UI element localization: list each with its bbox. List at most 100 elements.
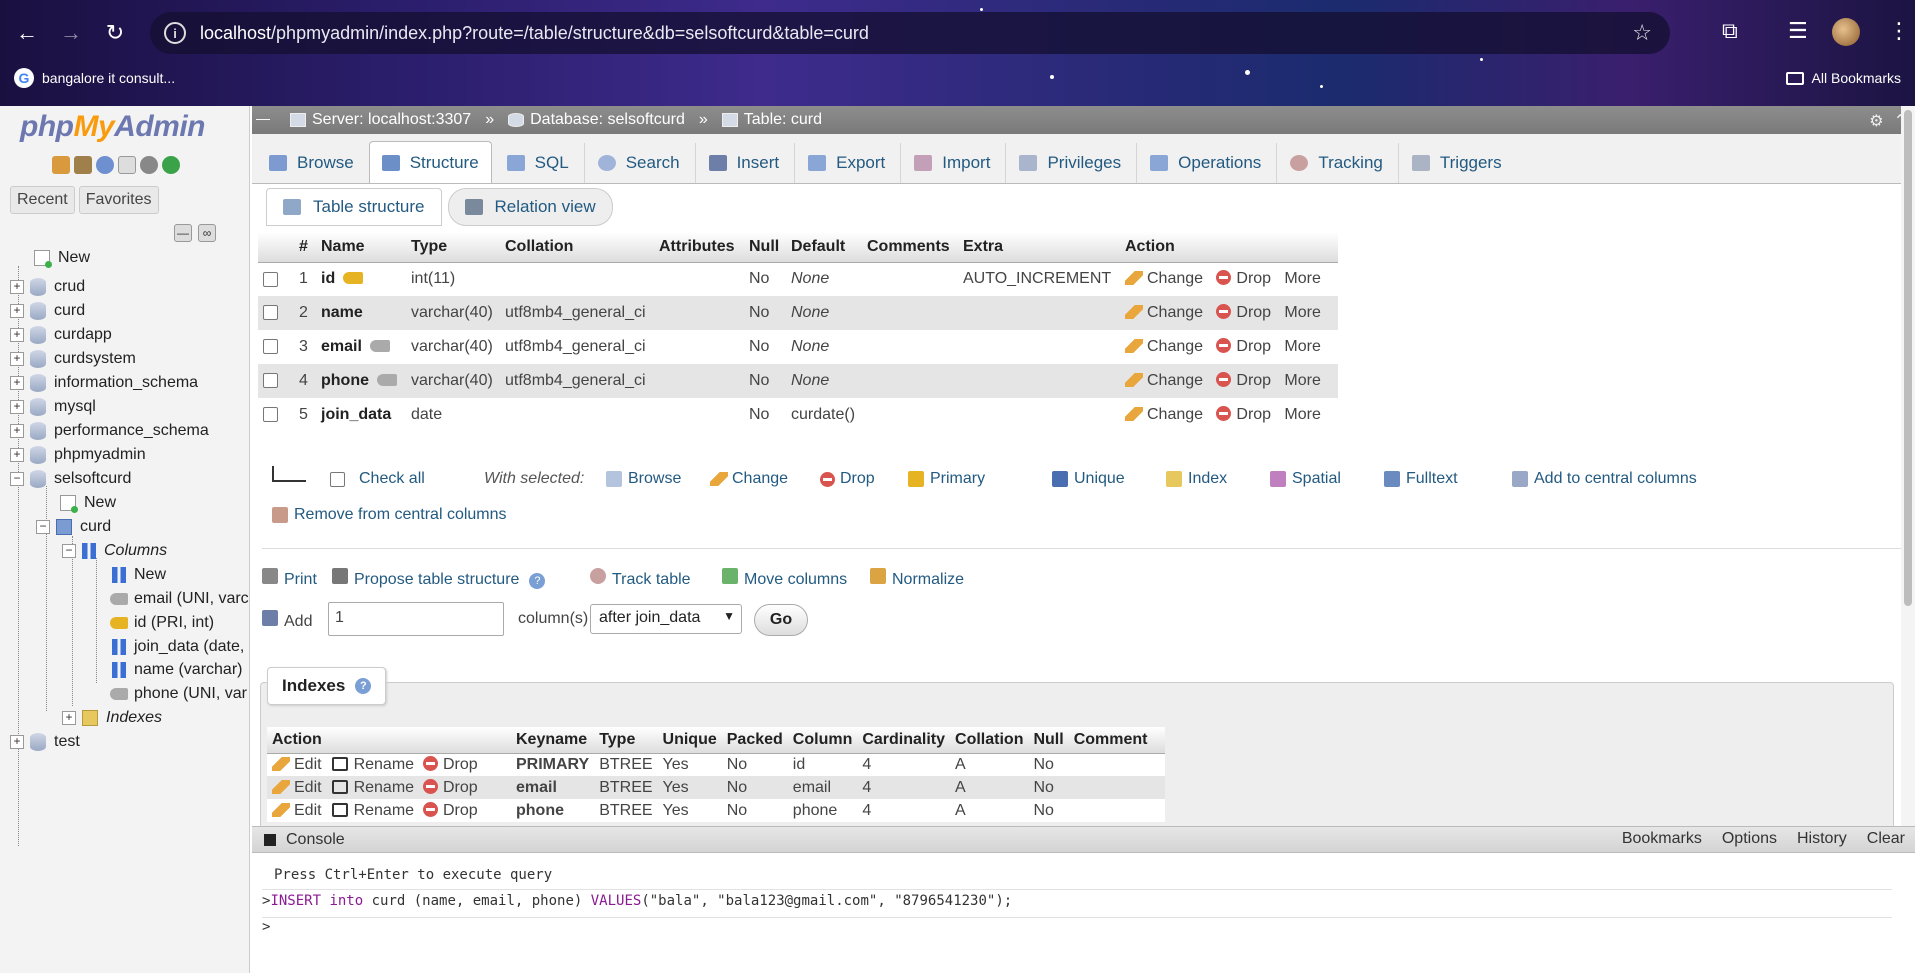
header-default[interactable]: Default <box>786 232 862 263</box>
change-button[interactable]: Change <box>1125 406 1203 423</box>
collapse-icon[interactable]: − <box>10 472 24 486</box>
console-input[interactable]: > <box>262 919 270 935</box>
tab-insert[interactable]: Insert <box>695 141 793 183</box>
console-query-line[interactable]: >INSERT into curd (name, email, phone) V… <box>262 893 1012 909</box>
row-checkbox[interactable] <box>263 407 278 423</box>
rename-index-button[interactable]: Rename <box>322 779 414 796</box>
expand-icon[interactable]: + <box>10 424 24 438</box>
tree-col-phone[interactable]: phone (UNI, var <box>110 682 247 706</box>
tree-db-mysql[interactable]: + mysql <box>10 395 96 419</box>
tree-col-email[interactable]: email (UNI, varc <box>110 587 249 611</box>
header-extra[interactable]: Extra <box>958 232 1120 263</box>
help-icon[interactable]: ? <box>529 573 546 589</box>
header-collation[interactable]: Collation <box>500 232 654 263</box>
tree-col-name[interactable]: name (varchar) <box>112 658 242 682</box>
media-queue-icon[interactable]: ☰ <box>1788 18 1808 44</box>
rename-index-button[interactable]: Rename <box>322 802 414 819</box>
url-text[interactable]: localhost/phpmyadmin/index.php?route=/ta… <box>200 23 869 44</box>
address-bar[interactable]: i localhost/phpmyadmin/index.php?route=/… <box>150 12 1670 54</box>
row-checkbox[interactable] <box>263 305 278 321</box>
browser-menu-icon[interactable]: ⋮ <box>1888 18 1910 44</box>
tab-search[interactable]: Search <box>584 141 693 183</box>
expand-icon[interactable]: + <box>10 400 24 414</box>
tab-sql[interactable]: SQL <box>493 141 582 183</box>
normalize-link[interactable]: Normalize <box>870 568 964 589</box>
row-checkbox[interactable] <box>263 373 278 389</box>
relation-view-tab[interactable]: Relation view <box>447 188 613 226</box>
bulk-primary-button[interactable]: Primary <box>908 470 985 488</box>
tree-new-db[interactable]: New <box>14 246 90 270</box>
tree-col-id[interactable]: id (PRI, int) <box>110 611 214 635</box>
go-button[interactable]: Go <box>754 604 808 636</box>
console-bar[interactable]: Console Bookmarks Options History Clear <box>252 827 1915 853</box>
tab-triggers[interactable]: Triggers <box>1398 141 1515 183</box>
bookmark-item[interactable]: bangalore it consult... <box>42 70 175 86</box>
tab-browse[interactable]: Browse <box>256 141 367 183</box>
forward-icon[interactable]: → <box>54 16 88 50</box>
back-icon[interactable]: ← <box>10 16 44 50</box>
edit-index-button[interactable]: Edit <box>272 779 322 796</box>
tree-indexes[interactable]: + Indexes <box>62 706 162 730</box>
favorites-tab[interactable]: Favorites <box>78 186 159 214</box>
drop-index-button[interactable]: Drop <box>422 755 478 773</box>
bulk-change-button[interactable]: Change <box>710 470 788 488</box>
bulk-unique-button[interactable]: Unique <box>1052 470 1125 488</box>
tree-db-information-schema[interactable]: + information_schema <box>10 371 198 395</box>
indexes-title[interactable]: Indexes? <box>267 667 387 705</box>
header-type[interactable]: Type <box>406 232 500 263</box>
tree-db-crud[interactable]: + crud <box>10 275 85 299</box>
track-table-link[interactable]: Track table <box>590 568 691 589</box>
drop-index-button[interactable]: Drop <box>422 801 478 819</box>
print-link[interactable]: Print <box>262 568 317 589</box>
phpmyadmin-logo[interactable]: phpMyAdmin <box>20 110 205 144</box>
profile-avatar[interactable] <box>1832 18 1860 46</box>
tree-table-curd[interactable]: − curd <box>36 515 111 539</box>
tree-db-curdsystem[interactable]: + curdsystem <box>10 347 136 371</box>
drop-button[interactable]: Drop <box>1216 372 1271 389</box>
more-button[interactable]: More <box>1284 338 1320 355</box>
change-button[interactable]: Change <box>1125 338 1203 355</box>
expand-icon[interactable]: + <box>10 352 24 366</box>
expand-icon[interactable]: + <box>10 735 24 749</box>
tree-col-join-data[interactable]: join_data (date, <box>112 635 244 659</box>
rename-index-button[interactable]: Rename <box>322 756 414 773</box>
tree-db-performance-schema[interactable]: + performance_schema <box>10 419 209 443</box>
recent-tab[interactable]: Recent <box>10 186 75 214</box>
tab-privileges[interactable]: Privileges <box>1006 141 1135 183</box>
change-button[interactable]: Change <box>1125 372 1203 389</box>
table-structure-tab[interactable]: Table structure <box>266 188 442 226</box>
bulk-fulltext-button[interactable]: Fulltext <box>1384 470 1458 488</box>
reload-icon[interactable]: ↻ <box>98 16 132 50</box>
settings-gear-icon[interactable]: ⚙ <box>1869 111 1883 131</box>
check-all-checkbox[interactable] <box>330 471 345 487</box>
column-count-input[interactable]: 1 <box>328 602 504 636</box>
row-checkbox[interactable] <box>263 339 278 355</box>
settings-icon[interactable] <box>140 156 158 174</box>
bulk-index-button[interactable]: Index <box>1166 470 1227 488</box>
tree-db-test[interactable]: + test <box>10 730 80 754</box>
tab-export[interactable]: Export <box>795 141 899 183</box>
header-null[interactable]: Null <box>744 232 786 263</box>
more-button[interactable]: More <box>1284 270 1320 287</box>
edit-index-button[interactable]: Edit <box>272 802 322 819</box>
link-icon[interactable]: ∞ <box>198 224 216 242</box>
tree-new-column[interactable]: New <box>112 563 166 587</box>
collapse-icon[interactable]: − <box>36 520 50 534</box>
tab-import[interactable]: Import <box>901 141 1004 183</box>
collapse-all-icon[interactable]: — <box>174 224 192 242</box>
header-comments[interactable]: Comments <box>862 232 958 263</box>
expand-icon[interactable]: + <box>10 376 24 390</box>
expand-icon[interactable]: + <box>10 280 24 294</box>
propose-structure-link[interactable]: Propose table structure? <box>332 568 546 589</box>
console-bookmarks-link[interactable]: Bookmarks <box>1622 830 1702 848</box>
more-button[interactable]: More <box>1284 406 1320 423</box>
bulk-spatial-button[interactable]: Spatial <box>1270 470 1341 488</box>
expand-icon[interactable]: + <box>62 711 76 725</box>
reload-nav-icon[interactable] <box>162 156 180 174</box>
tree-db-phpmyadmin[interactable]: + phpmyadmin <box>10 443 146 467</box>
header-attributes[interactable]: Attributes <box>654 232 744 263</box>
home-icon[interactable] <box>52 156 70 174</box>
tab-operations[interactable]: Operations <box>1137 141 1275 183</box>
docs-icon[interactable] <box>118 156 136 174</box>
tree-db-curd[interactable]: + curd <box>10 299 85 323</box>
